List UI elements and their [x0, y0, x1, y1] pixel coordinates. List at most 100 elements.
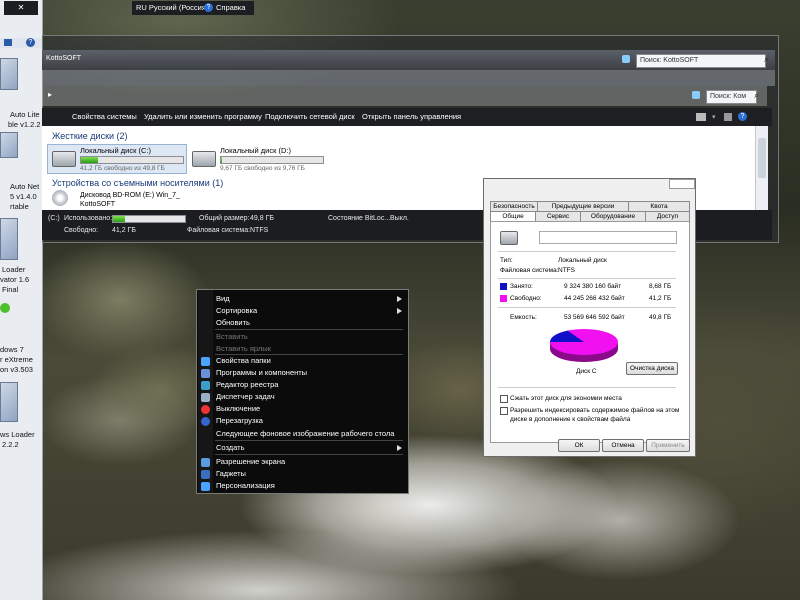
registry-editor-icon — [201, 381, 210, 390]
desktop-icon-label[interactable]: vator 1.6 — [0, 275, 42, 285]
program-icon[interactable] — [0, 58, 18, 90]
used-label: Занято: — [510, 283, 533, 290]
free-label: Свободно: — [510, 295, 542, 302]
drive-label-input[interactable] — [539, 231, 677, 244]
menu-item-shutdown[interactable]: Выключение — [216, 404, 260, 413]
menu-item-next-wallpaper[interactable]: Следующее фоновое изображение рабочего с… — [216, 429, 394, 438]
ok-button[interactable]: ОК — [558, 439, 600, 452]
view-icon[interactable] — [4, 39, 12, 46]
task-manager-icon — [201, 393, 210, 402]
program-icon[interactable] — [0, 132, 18, 158]
desktop-icon-label[interactable]: on v3.503 — [0, 365, 42, 375]
drive-usage-fill — [221, 157, 223, 163]
menu-item-registry-editor[interactable]: Редактор реестра — [216, 380, 278, 389]
index-checkbox[interactable] — [500, 407, 508, 415]
desktop-icon-label[interactable]: Final — [2, 285, 44, 295]
preview-pane-icon[interactable] — [724, 113, 732, 121]
chevron-right-icon[interactable]: ▸ — [48, 90, 52, 99]
toolbar-uninstall-program[interactable]: Удалить или изменить программу — [144, 108, 262, 126]
address-text: KottoSOFT — [46, 55, 82, 62]
search-icon[interactable]: ⌕ — [764, 54, 769, 65]
help-icon[interactable]: ? — [26, 38, 35, 47]
drive-free-text: 9,67 ГБ свободно из 9,76 ГБ — [220, 165, 305, 172]
refresh-icon[interactable] — [692, 91, 700, 99]
hard-drive-icon — [500, 231, 518, 245]
free-gb: 41,2 ГБ — [649, 295, 672, 302]
search-input[interactable]: Поиск: Ком — [706, 90, 757, 104]
divider — [498, 307, 676, 308]
dvd-drive-icon[interactable] — [52, 190, 68, 206]
menu-item-screen-resolution[interactable]: Разрешение экрана — [216, 457, 285, 466]
cancel-button[interactable]: Отмена — [602, 439, 644, 452]
divider — [498, 251, 676, 252]
refresh-icon[interactable] — [622, 55, 630, 63]
view-options-icon[interactable] — [696, 113, 706, 121]
menu-item-paste-shortcut[interactable]: Вставить ярлык — [216, 344, 271, 353]
drive-name[interactable]: Локальный диск (D:) — [220, 146, 291, 155]
left-icon-pane: ? Auto Lite ble v1.2.2 Auto Net 5 v1.4.0… — [0, 0, 43, 600]
fs-label: Файловая система: — [500, 267, 559, 274]
close-button[interactable] — [669, 179, 695, 189]
shutdown-icon — [201, 405, 210, 414]
menu-item-gadgets[interactable]: Гаджеты — [216, 469, 246, 478]
program-icon[interactable] — [0, 218, 18, 260]
compress-checkbox[interactable] — [500, 395, 508, 403]
search-icon[interactable]: ⌕ — [754, 90, 759, 101]
desktop-icon-label[interactable]: ws Loader — [0, 430, 42, 440]
language-indicator[interactable]: RU Русский (Россия) ? Справка — [132, 1, 254, 15]
menu-separator — [215, 454, 403, 455]
free-color-swatch — [500, 295, 507, 302]
dvd-drive-name[interactable]: Дисковод BD-ROM (E:) Win_7_ — [80, 192, 180, 199]
hdd-group-header[interactable]: Жесткие диски (2) — [52, 131, 128, 141]
toolbar-map-network-drive[interactable]: Подключить сетевой диск — [265, 108, 355, 126]
desktop-icon-label[interactable]: Loader — [2, 265, 44, 275]
capacity-gb: 49,8 ГБ — [649, 314, 672, 321]
toolbar-system-properties[interactable]: Свойства системы — [72, 108, 137, 126]
menu-item-paste[interactable]: Вставить — [216, 332, 248, 341]
top-bar: ✕ RU Русский (Россия) ? Справка — [0, 0, 800, 18]
details-bitlocker-value: Выкл. — [390, 215, 409, 222]
program-icon[interactable] — [0, 382, 18, 422]
scrollbar-thumb[interactable] — [758, 138, 766, 178]
menu-item-view[interactable]: Вид — [216, 294, 230, 303]
menu-item-folder-options[interactable]: Свойства папки — [216, 356, 271, 365]
details-total-value: 49,8 ГБ — [250, 215, 274, 222]
programs-icon — [201, 369, 210, 378]
vertical-scrollbar[interactable] — [755, 126, 768, 210]
menu-item-programs[interactable]: Программы и компоненты — [216, 368, 307, 377]
details-used-label: Использовано: — [64, 215, 113, 222]
hard-drive-icon[interactable] — [192, 151, 216, 167]
help-icon[interactable]: ? — [738, 112, 747, 121]
apply-button[interactable]: Применить — [646, 439, 690, 452]
desktop-icon-label[interactable]: 2.2.2 — [2, 440, 44, 450]
used-gb: 8,68 ГБ — [649, 283, 672, 290]
fs-value: NTFS — [558, 267, 575, 274]
personalize-icon — [201, 482, 210, 491]
removable-group-header[interactable]: Устройства со съемными носителями (1) — [52, 178, 223, 188]
command-bar: Свойства системы Удалить или изменить пр… — [42, 108, 772, 126]
details-free-value: 41,2 ГБ — [112, 227, 136, 234]
address-bar[interactable]: KottoSOFT Поиск: KottoSOFT ⌕ — [42, 50, 775, 70]
properties-dialog: Безопасность Предыдущие версии Квота Общ… — [483, 178, 696, 457]
menu-item-sort[interactable]: Сортировка — [216, 306, 257, 315]
left-pane-toolbar: ? — [0, 38, 42, 48]
gadgets-icon — [201, 470, 210, 479]
desktop-context-menu: Вид Сортировка Обновить Вставить Вставит… — [196, 289, 409, 494]
search-input[interactable]: Поиск: KottoSOFT — [636, 54, 766, 68]
type-value: Локальный диск — [558, 257, 607, 264]
menu-item-restart[interactable]: Перезагрузка — [216, 416, 263, 425]
breadcrumb[interactable]: ▸ Поиск: Ком ⌕ — [42, 86, 767, 106]
close-icon[interactable]: ✕ — [4, 1, 38, 15]
program-icon[interactable] — [0, 303, 10, 313]
chevron-down-icon[interactable]: ▾ — [712, 113, 716, 121]
details-fs-value: NTFS — [250, 227, 269, 234]
disk-cleanup-button[interactable]: Очистка диска — [626, 362, 678, 375]
menu-item-refresh[interactable]: Обновить — [216, 318, 250, 327]
menu-item-task-manager[interactable]: Диспетчер задач — [216, 392, 275, 401]
desktop-icon-label[interactable]: r eXtreme — [0, 355, 42, 365]
menu-item-new[interactable]: Создать — [216, 443, 245, 452]
divider — [498, 278, 676, 279]
desktop-icon-label[interactable]: dows 7 — [0, 345, 42, 355]
menu-item-personalize[interactable]: Персонализация — [216, 481, 275, 490]
toolbar-open-control-panel[interactable]: Открыть панель управления — [362, 108, 461, 126]
